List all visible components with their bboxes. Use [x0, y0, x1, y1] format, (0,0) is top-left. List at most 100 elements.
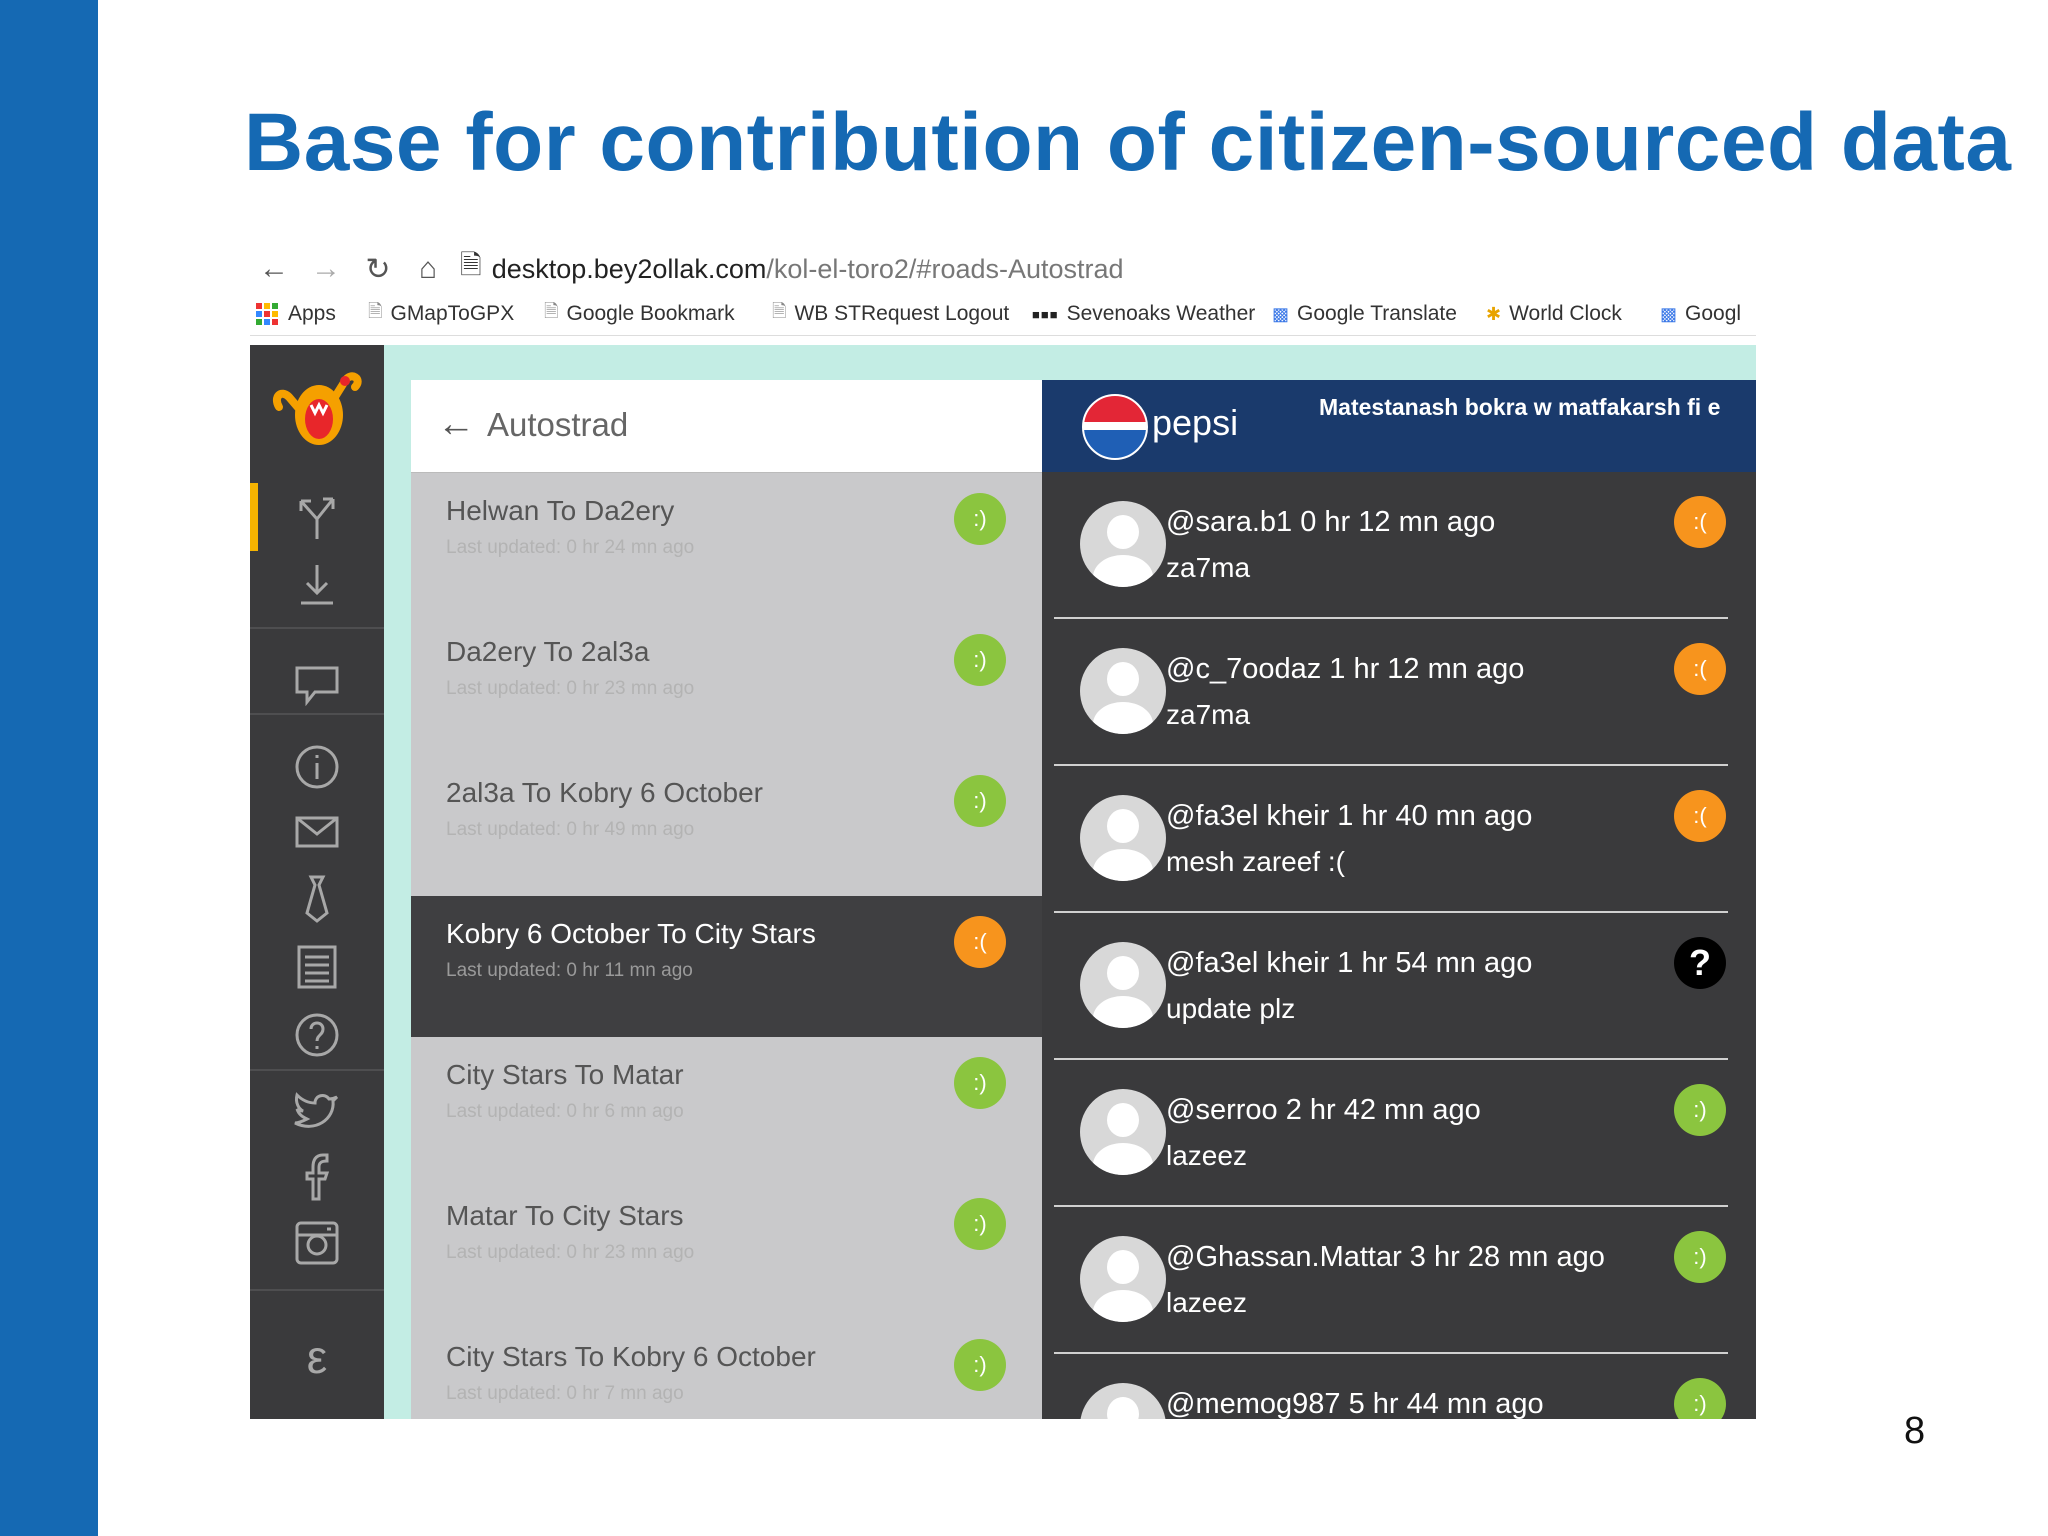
happy-status-icon: :) [1674, 1084, 1726, 1136]
instagram-icon[interactable] [250, 1213, 384, 1273]
download-icon[interactable] [250, 555, 384, 615]
slide-title: Base for contribution of citizen-sourced… [244, 97, 2012, 188]
page-icon: 🗎 [772, 301, 787, 321]
route-name: 2al3a To Kobry 6 October [446, 777, 764, 808]
avatar [1080, 795, 1166, 881]
feed-user-time: @c_7oodaz 1 hr 12 mn ago [1166, 653, 1525, 685]
happy-status-icon: :) [1674, 1378, 1726, 1419]
bookmark-apps[interactable]: Apps [256, 301, 336, 327]
feed-message: lazeez [1166, 1287, 1247, 1318]
route-item[interactable]: City Stars To Kobry 6 October Last updat… [411, 1319, 1042, 1419]
clock-icon: ✱ [1486, 303, 1502, 324]
twitter-icon[interactable] [250, 1081, 384, 1141]
question-status-icon: ? [1674, 937, 1726, 989]
bookmark-label: Sevenoaks Weather [1066, 302, 1256, 325]
route-item[interactable]: City Stars To Matar Last updated: 0 hr 6… [411, 1037, 1042, 1178]
happy-status-icon: :) [954, 1057, 1006, 1109]
route-list: Helwan To Da2ery Last updated: 0 hr 24 m… [411, 473, 1042, 1419]
url-path: /kol-el-toro2/#roads-Autostrad [766, 253, 1124, 284]
sad-status-icon: :( [1674, 790, 1726, 842]
bookmark-label: Google Translate [1297, 302, 1457, 325]
facebook-icon[interactable] [250, 1147, 384, 1207]
route-name: City Stars To Kobry 6 October [446, 1341, 816, 1372]
info-icon[interactable] [250, 737, 384, 797]
feed-item: @memog987 5 hr 44 mn ago :) [1042, 1354, 1756, 1419]
back-arrow-icon[interactable]: ← [437, 404, 477, 444]
rail-divider [250, 627, 384, 629]
avatar [1080, 1236, 1166, 1322]
avatar [1080, 501, 1166, 587]
happy-status-icon: :) [954, 775, 1006, 827]
apps-grid-icon [256, 303, 278, 325]
happy-status-icon: :) [954, 1198, 1006, 1250]
bookmark-sevenoaks-weather[interactable]: ■■■ Sevenoaks Weather [1032, 301, 1255, 327]
route-item[interactable]: 2al3a To Kobry 6 October Last updated: 0… [411, 755, 1042, 896]
page-icon: 🗎 [368, 301, 383, 321]
rail-divider [250, 1289, 384, 1291]
feed-user-time: @sara.b1 0 hr 12 mn ago [1166, 506, 1496, 538]
feed-message: update plz [1166, 993, 1296, 1024]
bookmark-label: World Clock [1509, 302, 1622, 325]
feed-user-time: @fa3el kheir 1 hr 54 mn ago [1166, 947, 1533, 979]
feed-item: @Ghassan.Mattar 3 hr 28 mn ago lazeez :) [1042, 1207, 1756, 1354]
mail-icon[interactable] [250, 802, 384, 862]
home-icon[interactable]: ⌂ [410, 251, 446, 287]
back-arrow-icon[interactable]: ← [256, 251, 292, 287]
happy-status-icon: :) [1674, 1231, 1726, 1283]
language-icon[interactable]: ε [250, 1327, 384, 1387]
route-last-updated: Last updated: 0 hr 23 mn ago [446, 1242, 695, 1263]
feed-user-time: @fa3el kheir 1 hr 40 mn ago [1166, 800, 1533, 832]
feed-message: lazeez [1166, 1140, 1247, 1171]
happy-status-icon: :) [954, 1339, 1006, 1391]
bookmark-label: Apps [288, 302, 336, 325]
translate-icon: ▩ [1272, 303, 1290, 324]
route-item[interactable]: Da2ery To 2al3a Last updated: 0 hr 23 mn… [411, 614, 1042, 755]
happy-status-icon: :) [954, 493, 1006, 545]
app-logo-icon[interactable] [250, 367, 384, 451]
ad-text: Matestanash bokra w matfakarsh fi e [1319, 394, 1721, 420]
avatar [1080, 1383, 1166, 1419]
reload-icon[interactable]: ↻ [360, 251, 396, 287]
ad-banner[interactable]: pepsi Matestanash bokra w matfakarsh fi … [1042, 380, 1756, 472]
bbc-icon: ■■■ [1032, 306, 1059, 322]
feed-item: @sara.b1 0 hr 12 mn ago za7ma :( [1042, 472, 1756, 619]
left-nav-rail: ε [250, 345, 384, 1419]
route-item[interactable]: Matar To City Stars Last updated: 0 hr 2… [411, 1178, 1042, 1319]
sad-status-icon: :( [1674, 643, 1726, 695]
roads-panel: ← Autostrad Helwan To Da2ery Last update… [411, 380, 1042, 1419]
route-last-updated: Last updated: 0 hr 49 mn ago [446, 819, 695, 840]
address-bar[interactable]: 🗎 desktop.bey2ollak.com/kol-el-toro2/#ro… [460, 250, 1124, 287]
page-icon: 🗎 [544, 301, 559, 321]
fork-road-icon[interactable] [250, 487, 384, 547]
route-name: Da2ery To 2al3a [446, 636, 650, 667]
route-item-selected[interactable]: Kobry 6 October To City Stars Last updat… [411, 896, 1042, 1037]
bookmark-label: Google Bookmark [566, 302, 735, 325]
feed-item: @serroo 2 hr 42 mn ago lazeez :) [1042, 1060, 1756, 1207]
bookmark-google-bookmark[interactable]: 🗎 Google Bookmark [544, 301, 735, 327]
bookmark-gmaptogpx[interactable]: 🗎 GMapToGPX [368, 301, 514, 327]
feed-item: @fa3el kheir 1 hr 54 mn ago update plz ? [1042, 913, 1756, 1060]
bookmark-google-translate[interactable]: ▩ Google Translate [1272, 301, 1457, 327]
avatar [1080, 1089, 1166, 1175]
slide-side-stripe [0, 0, 98, 1536]
happy-status-icon: :) [954, 634, 1006, 686]
route-last-updated: Last updated: 0 hr 7 mn ago [446, 1383, 684, 1404]
route-last-updated: Last updated: 0 hr 11 mn ago [446, 960, 693, 981]
feed-user-time: @memog987 5 hr 44 mn ago [1166, 1388, 1544, 1419]
list-icon[interactable] [250, 937, 384, 997]
ad-brand: pepsi [1152, 402, 1239, 443]
feed-list: @sara.b1 0 hr 12 mn ago za7ma :( @c_7ood… [1042, 472, 1756, 1419]
route-last-updated: Last updated: 0 hr 24 mn ago [446, 537, 695, 558]
avatar [1080, 942, 1166, 1028]
route-item[interactable]: Helwan To Da2ery Last updated: 0 hr 24 m… [411, 473, 1042, 614]
roads-panel-header: ← Autostrad [411, 380, 1042, 473]
bookmark-label: Googl [1685, 302, 1742, 325]
chat-icon[interactable] [250, 654, 384, 714]
bookmark-google[interactable]: ▩ Googl [1660, 301, 1741, 327]
bookmark-world-clock[interactable]: ✱ World Clock [1486, 301, 1622, 327]
tie-icon[interactable] [250, 869, 384, 929]
forward-arrow-icon[interactable]: → [308, 251, 344, 287]
feed-message: mesh zareef :( [1166, 846, 1345, 877]
bookmark-wb-strequest-logout[interactable]: 🗎 WB STRequest Logout [772, 301, 1009, 327]
help-icon[interactable] [250, 1005, 384, 1065]
